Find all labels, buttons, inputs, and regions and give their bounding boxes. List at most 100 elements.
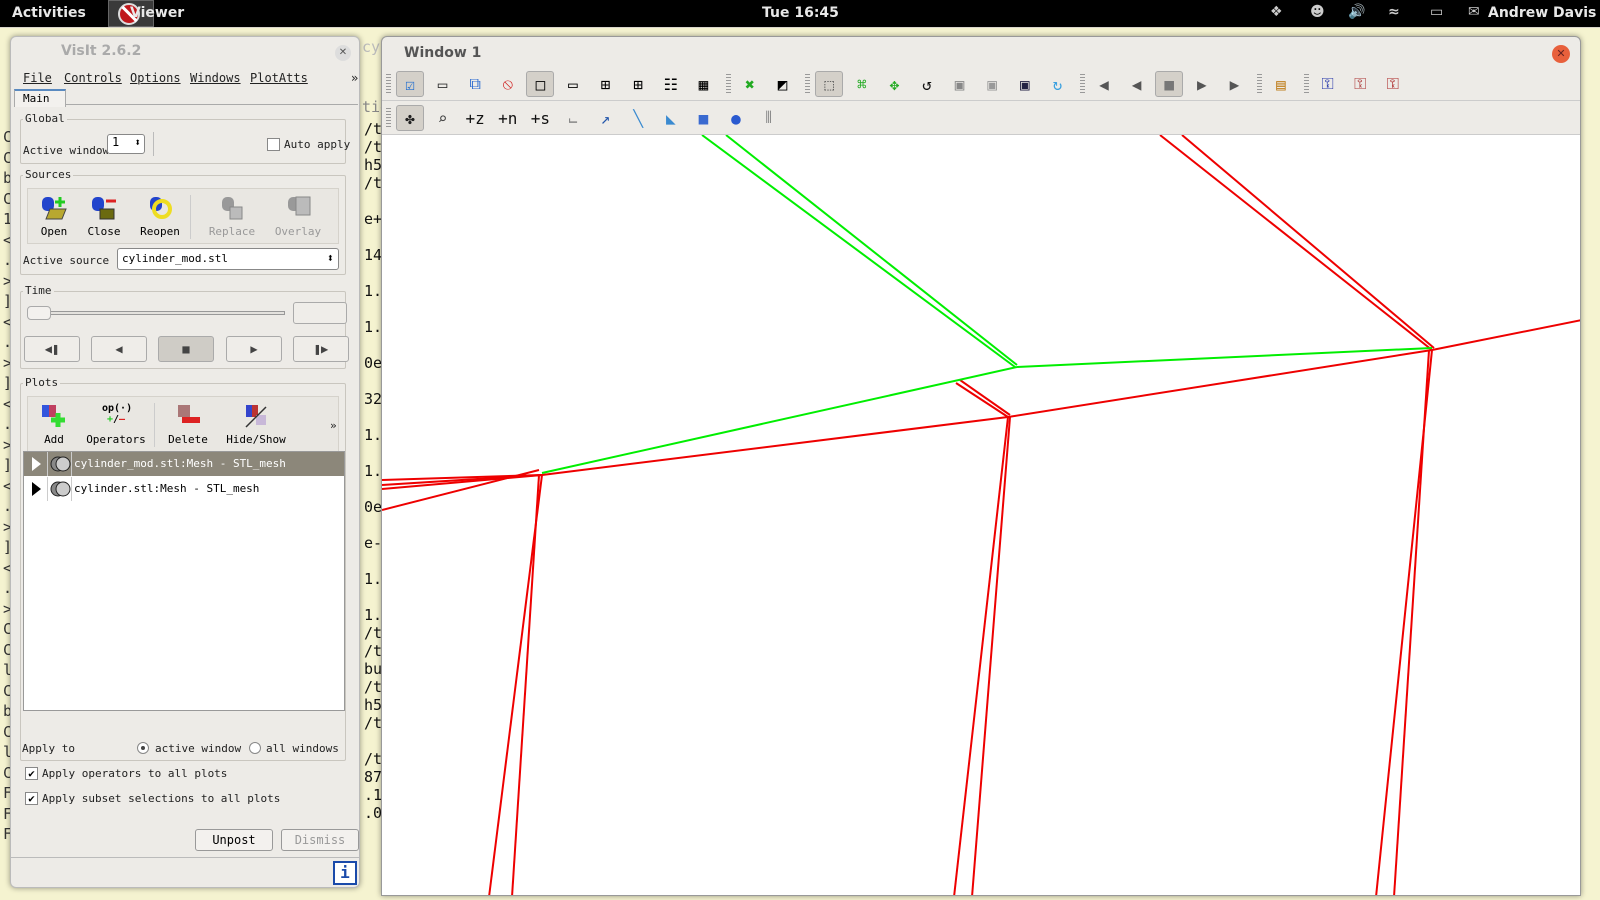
- active-window-icon[interactable]: ☑: [396, 71, 424, 97]
- layout-1x1-icon[interactable]: □: [526, 71, 555, 97]
- axis-restriction-icon[interactable]: ⫴: [755, 105, 783, 131]
- clear-plots-icon[interactable]: ✖: [736, 71, 764, 97]
- dropbox-icon[interactable]: ❖: [1270, 4, 1283, 20]
- choose-view-icon[interactable]: ▣: [978, 71, 1006, 97]
- next-frame-icon[interactable]: ▶: [1220, 71, 1248, 97]
- user-menu[interactable]: Andrew Davis: [1488, 5, 1596, 21]
- perspective-icon[interactable]: ⬚: [815, 71, 844, 97]
- layout-2x3-icon[interactable]: ⊞: [624, 71, 652, 97]
- play-icon[interactable]: ▶: [1188, 71, 1216, 97]
- navigate-icon[interactable]: ✤: [396, 105, 424, 131]
- app-name[interactable]: Viewer: [130, 5, 184, 21]
- visibility-icon[interactable]: [48, 452, 72, 476]
- hide-show-button[interactable]: Hide/Show: [224, 399, 288, 449]
- reset-view-icon[interactable]: ↺: [913, 71, 941, 97]
- box-tool-icon[interactable]: ■: [689, 105, 717, 131]
- reverse-play-button[interactable]: ◀: [91, 336, 147, 362]
- visibility-icon[interactable]: [48, 477, 72, 501]
- add-plot-button[interactable]: Add: [30, 399, 78, 449]
- overlay-button[interactable]: Overlay: [274, 191, 322, 241]
- plane-tool-icon[interactable]: ◣: [657, 105, 685, 131]
- dismiss-button[interactable]: Dismiss: [281, 829, 359, 851]
- toolbar-grip[interactable]: [386, 74, 391, 94]
- auto-apply-checkbox[interactable]: [267, 138, 280, 151]
- lock-tools-icon[interactable]: ⚿: [1379, 71, 1407, 97]
- layout-1x2-icon[interactable]: ▭: [559, 71, 587, 97]
- operators-button[interactable]: op(·) +/— Operators: [84, 399, 148, 449]
- menu-plotatts[interactable]: PlotAtts: [250, 71, 308, 85]
- layout-2x4-icon[interactable]: ☷: [657, 71, 685, 97]
- accessibility-icon[interactable]: ☻: [1310, 4, 1325, 20]
- render-canvas[interactable]: [382, 135, 1580, 895]
- toolbar-grip[interactable]: [1257, 74, 1262, 94]
- play-button[interactable]: ▶: [226, 336, 282, 362]
- save-view-icon[interactable]: ▣: [946, 71, 974, 97]
- close-icon[interactable]: ✕: [1552, 45, 1570, 63]
- active-window-radio[interactable]: [137, 742, 149, 754]
- stop-icon[interactable]: ■: [1155, 71, 1184, 97]
- close-button[interactable]: Close: [80, 191, 128, 241]
- toolbar-grip[interactable]: [1080, 74, 1085, 94]
- delete-window-icon[interactable]: ⦸: [494, 71, 522, 97]
- volume-icon[interactable]: 🔊: [1348, 4, 1365, 20]
- save-image-icon[interactable]: ▣: [1011, 71, 1039, 97]
- menu-options[interactable]: Options: [130, 71, 181, 85]
- chat-icon[interactable]: ✉: [1468, 4, 1480, 20]
- active-source-dropdown[interactable]: cylinder_mod.stl: [117, 248, 339, 270]
- output-info-icon[interactable]: i: [333, 861, 357, 885]
- tab-main[interactable]: Main: [14, 89, 66, 107]
- recenter-view-icon[interactable]: ⌘: [848, 71, 876, 97]
- layout-2x2-icon[interactable]: ⊞: [592, 71, 620, 97]
- plot-list-item[interactable]: cylinder.stl:Mesh - STL_mesh: [24, 477, 344, 501]
- undo-view-icon[interactable]: ✥: [880, 71, 908, 97]
- spreadsheet-pick-icon[interactable]: +s: [526, 105, 554, 131]
- apply-operators-checkbox[interactable]: ✔: [25, 767, 38, 780]
- expand-icon[interactable]: [24, 477, 48, 501]
- prev-frame-icon[interactable]: ◀: [1090, 71, 1118, 97]
- zoom-icon[interactable]: ⌕: [429, 105, 457, 131]
- sphere-tool-icon[interactable]: ●: [722, 105, 750, 131]
- spin-icon[interactable]: ↻: [1043, 71, 1071, 97]
- all-windows-radio[interactable]: [249, 742, 261, 754]
- battery-icon[interactable]: ▭: [1430, 4, 1443, 20]
- reverse-play-icon[interactable]: ◀: [1123, 71, 1151, 97]
- clock[interactable]: Tue 16:45: [762, 5, 839, 21]
- curve-pick-icon[interactable]: ⨽: [559, 105, 587, 131]
- expand-icon[interactable]: [24, 452, 48, 476]
- menu-controls[interactable]: Controls: [64, 71, 122, 85]
- time-slider-handle[interactable]: [27, 306, 51, 320]
- reopen-button[interactable]: Reopen: [136, 191, 184, 241]
- activities-button[interactable]: Activities: [12, 5, 86, 21]
- close-icon[interactable]: ✕: [335, 45, 351, 61]
- menu-more-button[interactable]: »: [351, 71, 358, 85]
- lineout-icon[interactable]: ↗: [592, 105, 620, 131]
- toolbar-grip[interactable]: [1303, 74, 1309, 94]
- unpost-button[interactable]: Unpost: [195, 829, 273, 851]
- apply-subsets-checkbox[interactable]: ✔: [25, 792, 38, 805]
- plot-list[interactable]: cylinder_mod.stl:Mesh - STL_mesh cylinde…: [23, 451, 345, 711]
- color-table-icon[interactable]: ▤: [1267, 71, 1295, 97]
- time-value-field[interactable]: [293, 302, 347, 324]
- node-pick-icon[interactable]: +n: [494, 105, 522, 131]
- menu-file[interactable]: File: [23, 71, 52, 85]
- layout-3x3-icon[interactable]: ▦: [689, 71, 717, 97]
- stop-button[interactable]: ■: [158, 336, 214, 362]
- active-window-spinbox[interactable]: 1: [107, 134, 145, 154]
- toolbar-grip[interactable]: [386, 108, 391, 128]
- wifi-icon[interactable]: ≈: [1388, 4, 1400, 20]
- plot-list-item[interactable]: cylinder_mod.stl:Mesh - STL_mesh: [24, 452, 344, 476]
- next-frame-button[interactable]: ❚▶: [293, 336, 349, 362]
- prev-frame-button[interactable]: ◀❚: [24, 336, 80, 362]
- toolbar-grip[interactable]: [805, 74, 811, 94]
- delete-plot-button[interactable]: Delete: [164, 399, 212, 449]
- menu-windows[interactable]: Windows: [190, 71, 241, 85]
- lock-view-icon[interactable]: ⚿: [1314, 71, 1342, 97]
- time-slider-track[interactable]: [29, 311, 285, 315]
- invert-background-icon[interactable]: ◩: [769, 71, 797, 97]
- new-window-icon[interactable]: ▭: [429, 71, 457, 97]
- toolbar-grip[interactable]: [726, 74, 731, 94]
- line-tool-icon[interactable]: ╲: [624, 105, 652, 131]
- replace-button[interactable]: Replace: [208, 191, 256, 241]
- clone-window-icon[interactable]: ⧉: [461, 71, 489, 97]
- lock-time-icon[interactable]: ⚿: [1346, 71, 1374, 97]
